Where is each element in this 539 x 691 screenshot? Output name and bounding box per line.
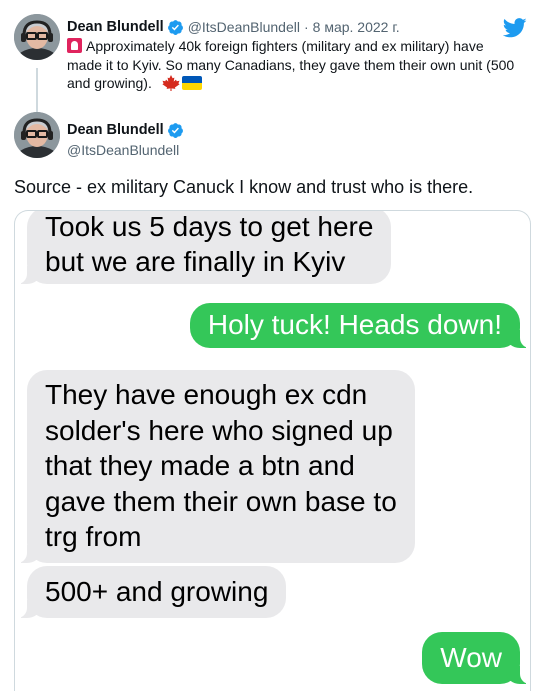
message-bubble-outgoing: Holy tuck! Heads down! [189,303,530,348]
avatar[interactable] [14,112,60,158]
handle[interactable]: @ItsDeanBlundell [67,142,184,158]
avatar-image [14,14,60,60]
canada-maple-leaf-icon [162,75,180,91]
tweet-media-image[interactable]: Took us 5 days to get here but we are fi… [14,210,531,691]
message-line: Took us 5 days to get here [45,211,374,242]
message-bubble-incoming: Took us 5 days to get here but we are fi… [16,211,392,284]
verified-badge-icon [167,122,183,138]
main-tweet-header: Dean Blundell @ItsDeanBlundell [14,112,414,162]
message-line: solder's here who signed up [45,414,393,446]
separator-dot: · [303,19,309,35]
tweet-text: Approximately 40k foreign fighters (mili… [67,37,517,93]
avatar[interactable] [14,14,60,60]
thread-connector-line [36,68,38,112]
message-bubble-incoming: 500+ and growing [16,566,287,618]
message-bubble-outgoing: Wow [422,632,530,684]
tweet-header: Dean Blundell @ItsDeanBlundell · 8 мар. … [67,18,529,36]
display-name[interactable]: Dean Blundell [67,122,164,138]
message-line: but we are finally in Kyiv [45,246,346,277]
display-name[interactable]: Dean Blundell [67,19,164,35]
quoted-tweet-body: Dean Blundell @ItsDeanBlundell · 8 мар. … [67,18,529,93]
tweet-date[interactable]: 8 мар. 2022 г. [313,19,400,35]
message-line: Wow [440,642,502,673]
message-line: that they made a btn and [45,450,355,481]
twitter-bird-icon[interactable] [503,18,527,38]
message-bubble-incoming: They have enough ex cdn solder's here wh… [17,370,415,563]
message-line: They have enough ex cdn [45,379,368,410]
handle[interactable]: @ItsDeanBlundell [188,19,300,35]
police-car-light-icon [67,38,82,53]
message-line: gave them their own base to [45,485,397,517]
main-tweet-names: Dean Blundell @ItsDeanBlundell [67,121,184,158]
message-line: trg from [45,521,142,552]
ukraine-flag-icon [181,76,202,90]
message-line: Holy tuck! Heads down! [207,309,502,340]
avatar-image [14,112,60,158]
main-tweet-text: Source - ex military Canuck I know and t… [14,177,474,197]
message-line: 500+ and growing [45,576,269,607]
verified-badge-icon [167,19,183,35]
tweet-text-content: Approximately 40k foreign fighters (mili… [67,38,515,91]
